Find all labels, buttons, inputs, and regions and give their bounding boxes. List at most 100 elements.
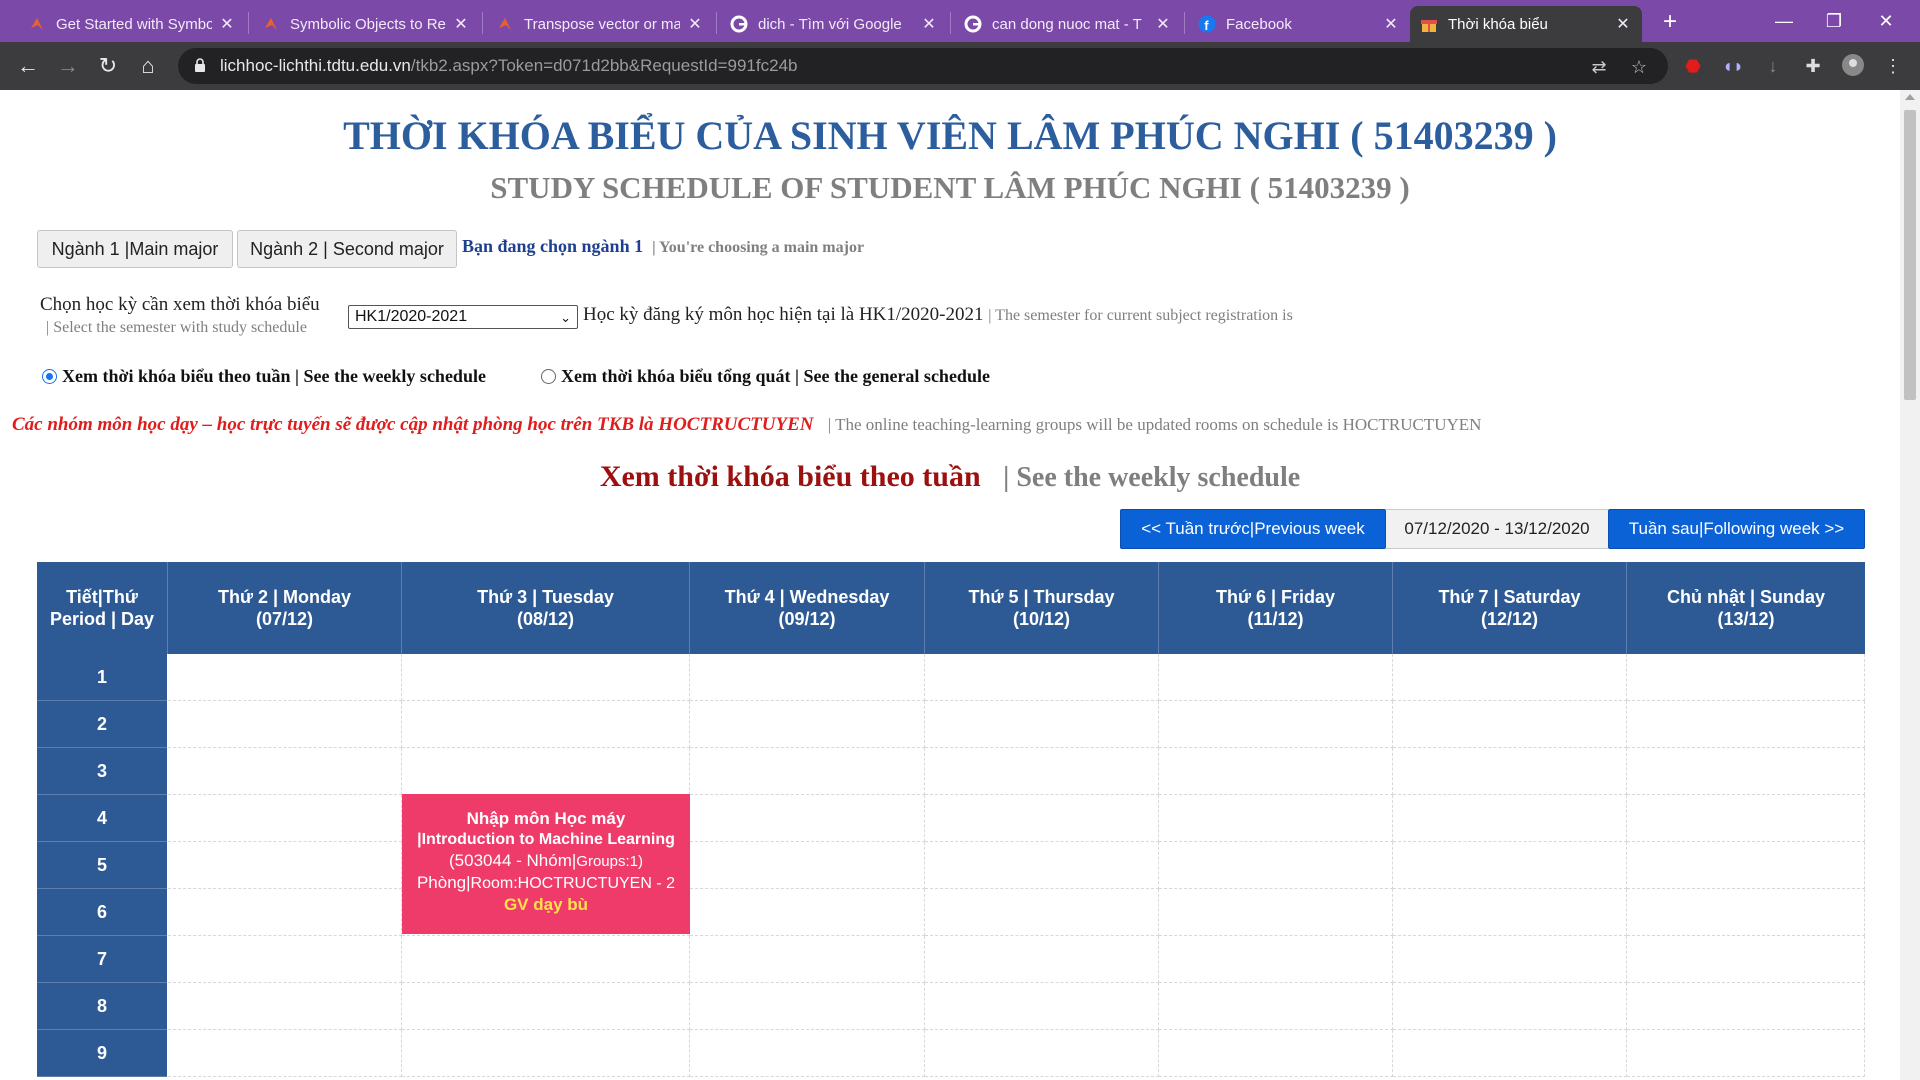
schedule-cell (690, 701, 925, 748)
day-name: Thứ 5 | Thursday (968, 587, 1115, 607)
close-icon[interactable]: ✕ (920, 14, 938, 34)
schedule-cell (1627, 654, 1865, 701)
schedule-cell (168, 889, 402, 936)
puzzle-icon[interactable]: ✚ (1800, 53, 1826, 79)
close-icon[interactable]: ✕ (452, 14, 470, 34)
browser-tab[interactable]: Transpose vector or ma ✕ (486, 6, 714, 42)
schedule-cell (1393, 842, 1627, 889)
menu-icon[interactable]: ⋮ (1880, 53, 1906, 79)
extension-icon[interactable]: ◖◗ (1720, 53, 1746, 79)
svg-text:f: f (1204, 18, 1209, 33)
adblock-icon[interactable]: ⬣ (1680, 53, 1706, 79)
semester-label: Chọn học kỳ cần xem thời khóa biểu (40, 294, 320, 315)
schedule-cell (168, 1030, 402, 1077)
scroll-up-icon[interactable] (1905, 94, 1915, 100)
url-host: lichhoc-lichthi.tdtu.edu.vn (220, 56, 411, 75)
page-title: THỜI KHÓA BIỂU CỦA SINH VIÊN LÂM PHÚC NG… (343, 113, 1557, 158)
course-name-en: |Introduction to Machine Learning (417, 831, 675, 848)
schedule-cell (925, 795, 1159, 842)
browser-tab[interactable]: Symbolic Objects to Re ✕ (252, 6, 480, 42)
tab-title: dich - Tìm với Google (758, 15, 902, 33)
radio-weekly[interactable]: Xem thời khóa biểu theo tuần | See the w… (42, 366, 486, 387)
tab-divider (1184, 12, 1185, 34)
restore-icon[interactable]: ❐ (1814, 6, 1854, 36)
schedule-cell (1393, 748, 1627, 795)
course-groups: Groups:1) (576, 853, 643, 870)
browser-tab[interactable]: dich - Tìm với Google ✕ (720, 6, 948, 42)
browser-toolbar: ← → ↻ ⌂ lichhoc-lichthi.tdtu.edu.vn/tkb2… (0, 42, 1920, 90)
window-close-icon[interactable]: ✕ (1866, 6, 1906, 36)
matlab-icon (262, 15, 280, 33)
schedule-cell (1159, 842, 1393, 889)
avatar[interactable] (1840, 53, 1866, 79)
translate-icon[interactable]: ⇄ (1588, 56, 1610, 78)
schedule-cell (690, 842, 925, 889)
day-date: (10/12) (1012, 609, 1071, 629)
close-icon[interactable]: ✕ (686, 14, 704, 34)
semester-select[interactable]: HK1/2020-2021 ⌄ (348, 305, 578, 329)
major-note-vn: Bạn đang chọn ngành 1 (462, 236, 644, 256)
scrollbar-thumb[interactable] (1904, 110, 1916, 400)
tab-title: Facebook (1226, 15, 1292, 33)
vertical-scrollbar[interactable] (1900, 90, 1920, 1080)
close-icon[interactable]: ✕ (1614, 14, 1632, 34)
week-range: 07/12/2020 - 13/12/2020 (1386, 509, 1608, 549)
new-tab-icon[interactable]: + (1655, 8, 1685, 38)
address-bar[interactable]: lichhoc-lichthi.tdtu.edu.vn/tkb2.aspx?To… (178, 48, 1668, 84)
course-block[interactable]: Nhập môn Học máy |Introduction to Machin… (402, 794, 690, 934)
browser-tab[interactable]: f Facebook ✕ (1188, 6, 1410, 42)
schedule-cell (1627, 701, 1865, 748)
close-icon[interactable]: ✕ (1382, 14, 1400, 34)
schedule-cell (690, 983, 925, 1030)
tab-divider (950, 12, 951, 34)
schedule-cell (1159, 1030, 1393, 1077)
schedule-cell (925, 654, 1159, 701)
schedule-cell (1159, 795, 1393, 842)
schedule-cell (402, 1030, 690, 1077)
radio-button[interactable] (541, 369, 556, 384)
schedule-cell (690, 889, 925, 936)
forward-arrow-icon[interactable]: → (52, 50, 84, 82)
notice-vn: Các nhóm môn học dạy – học trực tuyến sẽ… (12, 414, 814, 435)
schedule-cell (1159, 889, 1393, 936)
radio-weekly-label: Xem thời khóa biểu theo tuần | See the w… (62, 366, 486, 386)
schedule-cell (1393, 795, 1627, 842)
tab-title: can dong nuoc mat - T (992, 15, 1142, 33)
close-icon[interactable]: ✕ (218, 14, 236, 34)
matlab-icon (496, 15, 514, 33)
radio-button-checked[interactable] (42, 369, 57, 384)
schedule-cell (925, 889, 1159, 936)
url-text: lichhoc-lichthi.tdtu.edu.vn/tkb2.aspx?To… (220, 56, 797, 76)
star-icon[interactable]: ☆ (1628, 56, 1650, 78)
tab-divider (716, 12, 717, 34)
schedule-cell (1393, 654, 1627, 701)
minimize-icon[interactable]: — (1764, 6, 1804, 36)
tab-divider (248, 12, 249, 34)
schedule-cell (690, 795, 925, 842)
schedule-cell (168, 936, 402, 983)
download-icon[interactable]: ↓ (1760, 53, 1786, 79)
day-header: Thứ 6 | Friday (11/12) (1159, 562, 1393, 654)
back-arrow-icon[interactable]: ← (12, 50, 44, 82)
schedule-cell (1159, 748, 1393, 795)
schedule-cell (1393, 936, 1627, 983)
reload-icon[interactable]: ↻ (92, 50, 124, 82)
day-date: (09/12) (778, 609, 836, 629)
browser-tab[interactable]: can dong nuoc mat - T ✕ (954, 6, 1182, 42)
period-cell: 8 (37, 983, 167, 1030)
course-note: GV dạy bù (503, 895, 589, 914)
browser-tab-strip: Get Started with Symbo ✕ Symbolic Object… (0, 0, 1920, 42)
home-icon[interactable]: ⌂ (132, 50, 164, 82)
close-icon[interactable]: ✕ (1154, 14, 1172, 34)
radio-general[interactable]: Xem thời khóa biểu tổng quát | See the g… (541, 366, 990, 387)
schedule-cell (1159, 936, 1393, 983)
following-week-button[interactable]: Tuần sau|Following week >> (1608, 509, 1865, 549)
schedule-cell (925, 936, 1159, 983)
second-major-button[interactable]: Ngành 2 | Second major (237, 230, 457, 268)
browser-tab-active[interactable]: Thời khóa biểu ✕ (1410, 6, 1642, 42)
day-header: Thứ 4 | Wednesday (09/12) (690, 562, 925, 654)
main-major-button[interactable]: Ngành 1 |Main major (37, 230, 233, 268)
browser-tab[interactable]: Get Started with Symbo ✕ (18, 6, 246, 42)
schedule-cell (1627, 889, 1865, 936)
previous-week-button[interactable]: << Tuần trước|Previous week (1120, 509, 1386, 549)
